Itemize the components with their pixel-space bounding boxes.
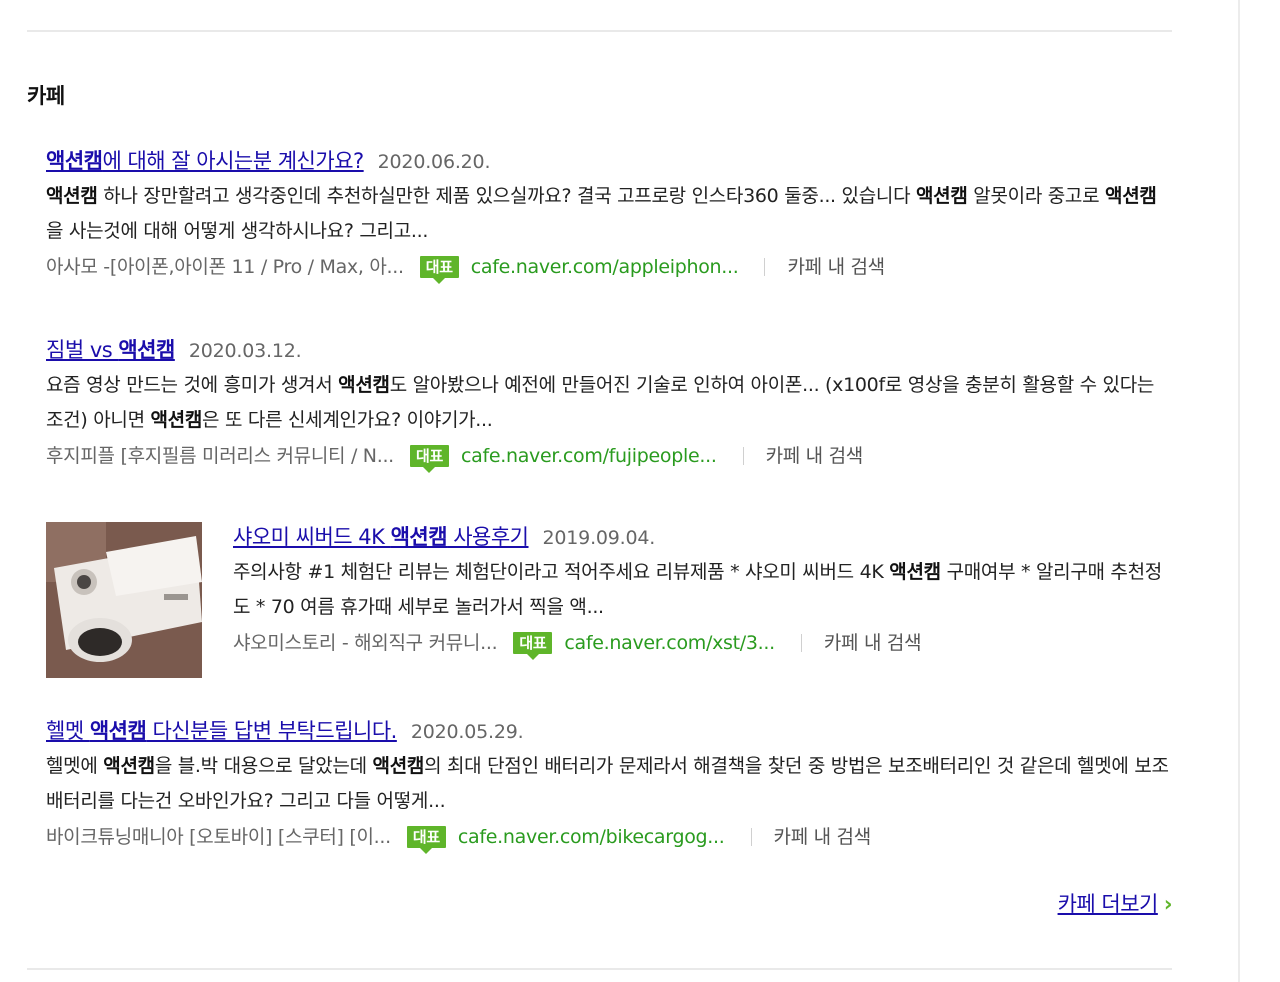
representative-badge: 대표	[419, 256, 459, 284]
cafe-name-link[interactable]: 후지피플 [후지필름 미러리스 커뮤니티 / N...	[46, 438, 394, 474]
title-text: 에 대해 잘 아시는분 계신가요?	[102, 149, 364, 173]
keyword-highlight: 액션캠	[150, 409, 203, 431]
result-thumbnail[interactable]	[46, 522, 202, 678]
cafe-inner-search-link[interactable]: 카페 내 검색	[766, 438, 864, 474]
result-description: 액션캠 하나 장만할려고 생각중인데 추천하실만한 제품 있으실까요? 결국 고…	[46, 179, 1172, 249]
representative-badge: 대표	[513, 632, 553, 660]
result-content: 헬멧 액션캠 다신분들 답변 부탁드립니다. 2020.05.29. 헬멧에 액션캠…	[46, 716, 1172, 855]
description-text: 요즘 영상 만드는 것에 흥미가 생겨서	[46, 374, 339, 396]
cafe-name-link[interactable]: 샤오미스토리 - 해외직구 커뮤니...	[233, 625, 498, 661]
keyword-highlight: 액션캠	[103, 755, 155, 777]
title-text: 샤오미 씨버드 4K	[233, 525, 391, 549]
meta-divider	[742, 447, 744, 465]
cafe-result-item: 샤오미 씨버드 4K 액션캠 사용후기 2019.09.04. 주의사항 #1 체험…	[46, 522, 1172, 678]
cafe-inner-search-link[interactable]: 카페 내 검색	[824, 625, 922, 661]
result-content: 짐벌 vs 액션캠 2020.03.12. 요즘 영상 만드는 것에 흥미가 생겨서…	[46, 335, 1172, 474]
cafe-url-link[interactable]: cafe.naver.com/bikecargog...	[458, 819, 725, 855]
result-date: 2020.03.12.	[188, 340, 302, 362]
cafe-more-label: 카페 더보기	[1057, 892, 1159, 916]
meta-divider	[764, 258, 766, 276]
description-text: 헬멧에	[46, 755, 104, 777]
result-title-link[interactable]: 헬멧 액션캠 다신분들 답변 부탁드립니다.	[46, 719, 397, 743]
result-description: 헬멧에 액션캠을 블.박 대용으로 달았는데 액션캠의 최대 단점인 배터리가 …	[46, 749, 1172, 819]
keyword-highlight: 액션캠	[889, 561, 941, 583]
keyword-highlight: 액션캠	[390, 525, 448, 549]
result-meta: 아사모 -[아이폰,아이폰 11 / Pro / Max, 아... 대표 cafe…	[46, 249, 1172, 285]
description-text: 을 블.박 대용으로 달았는데	[154, 755, 373, 777]
cafe-inner-search-link[interactable]: 카페 내 검색	[774, 819, 872, 855]
result-content: 샤오미 씨버드 4K 액션캠 사용후기 2019.09.04. 주의사항 #1 체험…	[233, 522, 1172, 661]
title-text: 헬멧	[46, 719, 90, 743]
cafe-result-item: 헬멧 액션캠 다신분들 답변 부탁드립니다. 2020.05.29. 헬멧에 액션캠…	[46, 716, 1172, 855]
section-title: 카페	[27, 84, 65, 108]
keyword-highlight: 액션캠	[372, 755, 425, 777]
title-text: 짐벌 vs	[46, 338, 119, 362]
section-bottom-divider	[27, 968, 1172, 970]
result-content: 액션캠에 대해 잘 아시는분 계신가요? 2020.06.20. 액션캠 하나 장만…	[46, 146, 1172, 285]
result-meta: 샤오미스토리 - 해외직구 커뮤니... 대표 cafe.naver.com/xst…	[233, 625, 1172, 661]
keyword-highlight: 액션캠	[118, 338, 175, 362]
cafe-more-link[interactable]: 카페 더보기 ›	[1057, 888, 1173, 918]
result-description: 주의사항 #1 체험단 리뷰는 체험단이라고 적어주세요 리뷰제품 * 샤오미 …	[233, 555, 1172, 625]
cafe-inner-search-link[interactable]: 카페 내 검색	[787, 249, 885, 285]
keyword-highlight: 액션캠	[46, 185, 98, 207]
representative-badge: 대표	[409, 445, 449, 473]
section-top-divider	[27, 30, 1172, 32]
result-date: 2020.05.29.	[410, 721, 524, 743]
meta-divider	[750, 828, 752, 846]
result-title-link[interactable]: 짐벌 vs 액션캠	[46, 338, 175, 362]
result-meta: 후지피플 [후지필름 미러리스 커뮤니티 / N... 대표 cafe.naver.…	[46, 438, 1172, 474]
result-meta: 바이크튜닝매니아 [오토바이] [스쿠터] [이... 대표 cafe.naver.…	[46, 819, 1172, 855]
cafe-name-link[interactable]: 아사모 -[아이폰,아이폰 11 / Pro / Max, 아...	[46, 249, 404, 285]
result-title-link[interactable]: 액션캠에 대해 잘 아시는분 계신가요?	[46, 149, 364, 173]
cafe-url-link[interactable]: cafe.naver.com/fujipeople...	[461, 438, 717, 474]
result-description: 요즘 영상 만드는 것에 흥미가 생겨서 액션캠도 알아봤으나 예전에 만들어진…	[46, 368, 1172, 438]
title-text: 다신분들 답변 부탁드립니다.	[146, 719, 397, 743]
keyword-highlight: 액션캠	[338, 374, 390, 396]
keyword-highlight: 액션캠	[916, 185, 968, 207]
cafe-section: 카페 액션캠에 대해 잘 아시는분 계신가요? 2020.06.20. 액션캠 하나…	[27, 0, 1173, 982]
cafe-url-link[interactable]: cafe.naver.com/appleiphon...	[471, 249, 739, 285]
keyword-highlight: 액션캠	[1105, 185, 1157, 207]
description-text: 하나 장만할려고 생각중인데 추천하실만한 제품 있으실까요? 결국 고프로랑 …	[97, 185, 916, 207]
result-date: 2019.09.04.	[542, 527, 656, 549]
description-text: 은 또 다른 신세계인가요? 이야기가...	[202, 409, 493, 431]
cafe-name-link[interactable]: 바이크튜닝매니아 [오토바이] [스쿠터] [이...	[46, 819, 391, 855]
meta-divider	[800, 634, 802, 652]
cafe-url-link[interactable]: cafe.naver.com/xst/3...	[564, 625, 775, 661]
cafe-result-item: 액션캠에 대해 잘 아시는분 계신가요? 2020.06.20. 액션캠 하나 장만…	[46, 146, 1172, 285]
description-text: 을 사는것에 대해 어떻게 생각하시나요? 그리고...	[46, 220, 429, 242]
cafe-result-item: 짐벌 vs 액션캠 2020.03.12. 요즘 영상 만드는 것에 흥미가 생겨서…	[46, 335, 1172, 474]
description-text: 알못이라 중고로	[967, 185, 1106, 207]
title-text: 사용후기	[447, 525, 529, 549]
result-date: 2020.06.20.	[377, 151, 491, 173]
keyword-highlight: 액션캠	[89, 719, 147, 743]
representative-badge: 대표	[406, 826, 446, 854]
description-text: 주의사항 #1 체험단 리뷰는 체험단이라고 적어주세요 리뷰제품 * 샤오미 …	[233, 561, 890, 583]
result-title-link[interactable]: 샤오미 씨버드 4K 액션캠 사용후기	[233, 525, 529, 549]
page-right-border	[1238, 0, 1240, 982]
chevron-right-icon: ›	[1163, 892, 1173, 916]
keyword-highlight: 액션캠	[46, 149, 103, 173]
